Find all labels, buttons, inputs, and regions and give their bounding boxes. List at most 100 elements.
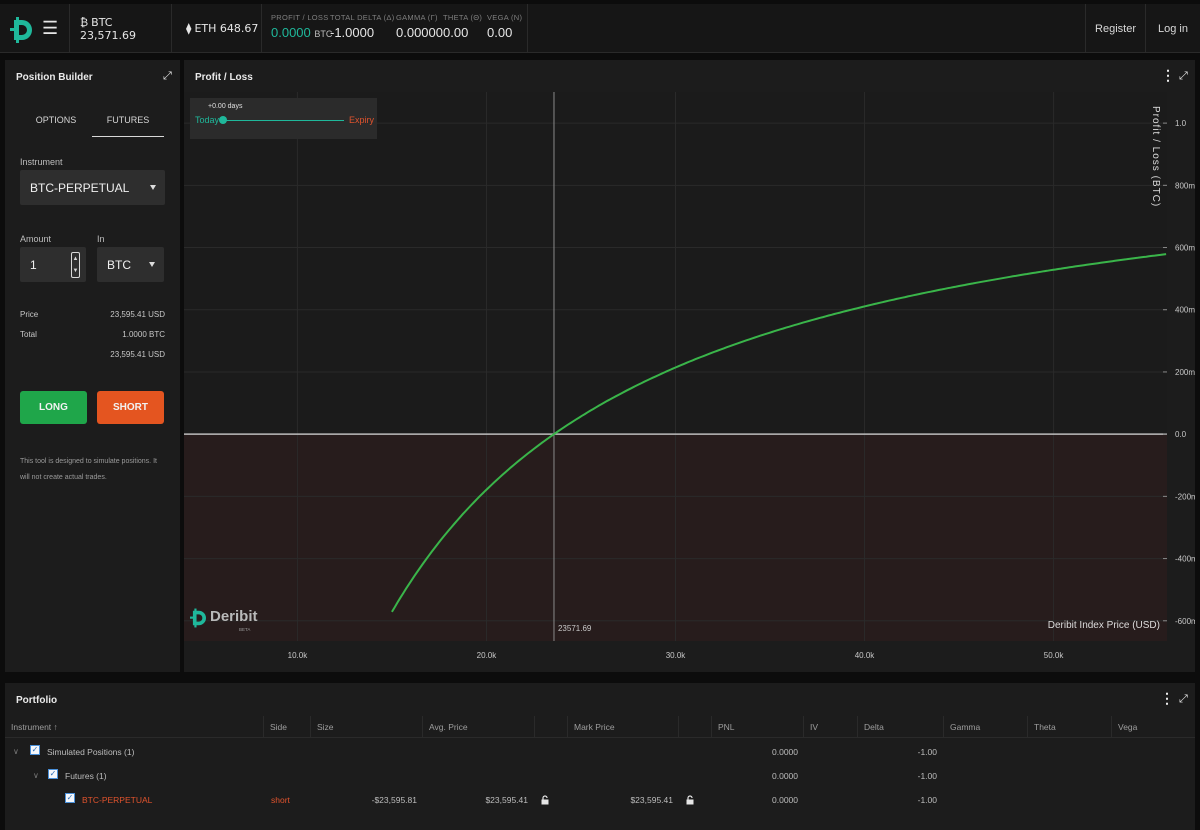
y-tick-label: -600m — [1175, 617, 1195, 626]
y-tick-label: -200m — [1175, 492, 1195, 501]
caret-down-icon — [149, 261, 155, 267]
long-button[interactable]: LONG — [20, 391, 87, 424]
subgroup-delta: -1.00 — [917, 771, 937, 781]
table-row-group[interactable]: ∨ ✓ Simulated Positions (1) 0.0000 -1.00 — [5, 740, 1195, 764]
checkbox-icon[interactable]: ✓ — [48, 769, 58, 779]
ethereum-icon: ⧫ — [186, 22, 192, 35]
stat-gamma: GAMMA (Γ) 0.00000 — [396, 13, 443, 40]
row-mark-price: $23,595.41 — [630, 795, 673, 805]
amount-label: Amount — [20, 234, 52, 244]
btc-ticker[interactable]: ₿ BTC 23,571.69 — [70, 4, 172, 53]
tab-futures[interactable]: FUTURES — [92, 108, 164, 137]
row-instrument[interactable]: BTC-PERPETUAL — [82, 788, 152, 812]
col-size[interactable]: Size — [310, 716, 422, 738]
y-tick-label: 0.0 — [1175, 430, 1187, 439]
col-delta[interactable]: Delta — [857, 716, 943, 738]
currency-select[interactable]: BTC — [97, 247, 164, 282]
chevron-down-icon[interactable]: ∨ — [13, 740, 19, 764]
portfolio-stats: PROFIT / LOSS 0.0000 BTC TOTAL DELTA (Δ)… — [262, 4, 528, 53]
total-label: Total — [20, 330, 37, 339]
chevron-down-icon[interactable]: ∨ — [33, 764, 39, 788]
login-button[interactable]: Log in — [1145, 4, 1200, 53]
col-iv[interactable]: IV — [803, 716, 857, 738]
checkbox-icon[interactable]: ✓ — [65, 793, 75, 803]
short-button[interactable]: SHORT — [97, 391, 164, 424]
row-avg-price: $23,595.41 — [485, 795, 528, 805]
row-delta: -1.00 — [917, 795, 937, 805]
col-spacer — [534, 716, 567, 738]
deribit-logo-icon — [190, 608, 206, 628]
x-tick-label: 30.0k — [666, 651, 687, 660]
btc-price: BTC 23,571.69 — [80, 15, 136, 42]
expand-icon[interactable]: ⤢ — [163, 71, 173, 82]
y-tick-label: 400m — [1175, 306, 1195, 315]
col-mark-price[interactable]: Mark Price — [567, 716, 678, 738]
col-side[interactable]: Side — [263, 716, 310, 738]
col-pnl[interactable]: PNL — [711, 716, 803, 738]
y-tick-label: 200m — [1175, 368, 1195, 377]
eth-price: ETH 648.67 — [194, 22, 259, 35]
col-avg-price[interactable]: Avg. Price — [422, 716, 534, 738]
y-tick-label: 600m — [1175, 244, 1195, 253]
group-label: Simulated Positions (1) — [47, 747, 135, 757]
watermark-text: Deribit — [210, 608, 258, 625]
eth-ticker[interactable]: ⧫ ETH 648.67 — [172, 4, 262, 53]
days-label: +0.00 days — [208, 103, 243, 110]
y-tick-label: 1.0 — [1175, 119, 1187, 128]
total-btc-value: 1.0000 BTC — [122, 330, 165, 339]
top-bar: ☰ ₿ BTC 23,571.69 ⧫ ETH 648.67 PROFIT / LO… — [0, 4, 1200, 53]
group-delta: -1.00 — [917, 747, 937, 757]
expand-icon[interactable]: ⤢ — [1179, 71, 1189, 82]
stat-profit-loss: PROFIT / LOSS 0.0000 BTC — [271, 13, 333, 40]
register-button[interactable]: Register — [1085, 4, 1145, 53]
lock-icon[interactable] — [686, 795, 694, 805]
amount-input[interactable]: 1 ▲ ▼ — [20, 247, 86, 282]
lock-icon[interactable] — [541, 795, 549, 805]
col-instrument[interactable]: Instrument ↑ — [5, 716, 263, 738]
slider-track[interactable] — [224, 120, 344, 121]
deribit-watermark: Deribit BETA — [190, 606, 260, 634]
col-spacer — [678, 716, 711, 738]
col-theta[interactable]: Theta — [1027, 716, 1111, 738]
portfolio-table-header: Instrument ↑ Side Size Avg. Price Mark P… — [5, 716, 1195, 738]
y-axis-label: Profit / Loss (BTC) — [1150, 106, 1161, 207]
checkbox-icon[interactable]: ✓ — [30, 745, 40, 755]
table-row[interactable]: ✓ BTC-PERPETUAL short -$23,595.81 $23,59… — [5, 788, 1195, 812]
chart-title: Profit / Loss — [195, 72, 253, 83]
y-tick-label: -400m — [1175, 555, 1195, 564]
slider-handle[interactable] — [219, 116, 227, 124]
slider-start-label: Today — [195, 115, 220, 125]
x-tick-label: 50.0k — [1044, 651, 1065, 660]
stat-theta: THETA (Θ) 0.00 — [443, 13, 483, 40]
x-axis-label: Deribit Index Price (USD) — [1048, 620, 1160, 631]
y-tick-label: 800m — [1175, 181, 1195, 190]
in-label: In — [97, 234, 105, 244]
profit-loss-chart[interactable]: 10.0k 20.0k 30.0k 40.0k 50.0k 1.0 800m 600m 400… — [184, 92, 1195, 672]
kebab-menu-icon[interactable]: ⋮ — [1160, 691, 1174, 705]
price-value: 23,595.41 USD — [110, 310, 165, 319]
instrument-value: BTC-PERPETUAL — [30, 180, 130, 195]
expand-icon[interactable]: ⤢ — [1179, 694, 1189, 705]
tab-options[interactable]: OPTIONS — [20, 108, 92, 137]
bitcoin-icon: ₿ — [80, 15, 89, 29]
position-builder-panel: Position Builder ⤢ — [5, 60, 180, 672]
portfolio-title: Portfolio — [16, 695, 58, 706]
col-gamma[interactable]: Gamma — [943, 716, 1027, 738]
kebab-menu-icon[interactable]: ⋮ — [1161, 68, 1175, 82]
group-pnl: 0.0000 — [772, 747, 798, 757]
hamburger-menu-icon[interactable]: ☰ — [42, 18, 58, 39]
amount-value: 1 — [30, 257, 37, 272]
x-tick-label: 10.0k — [288, 651, 309, 660]
logo-cell: ☰ — [0, 4, 70, 53]
stepper-arrows-icon[interactable]: ▲ ▼ — [71, 252, 80, 278]
caret-down-icon — [150, 184, 156, 190]
builder-tabs: OPTIONS FUTURES — [20, 108, 165, 138]
stat-total-delta: TOTAL DELTA (Δ) -1.0000 — [330, 13, 395, 40]
total-usd-value: 23,595.41 USD — [110, 350, 165, 359]
col-vega[interactable]: Vega — [1111, 716, 1195, 738]
instrument-select[interactable]: BTC-PERPETUAL — [20, 170, 165, 205]
currency-value: BTC — [107, 257, 131, 272]
x-tick-label: 20.0k — [477, 651, 498, 660]
deribit-logo-icon[interactable] — [10, 17, 32, 43]
table-row-subgroup[interactable]: ∨ ✓ Futures (1) 0.0000 -1.00 — [5, 764, 1195, 788]
